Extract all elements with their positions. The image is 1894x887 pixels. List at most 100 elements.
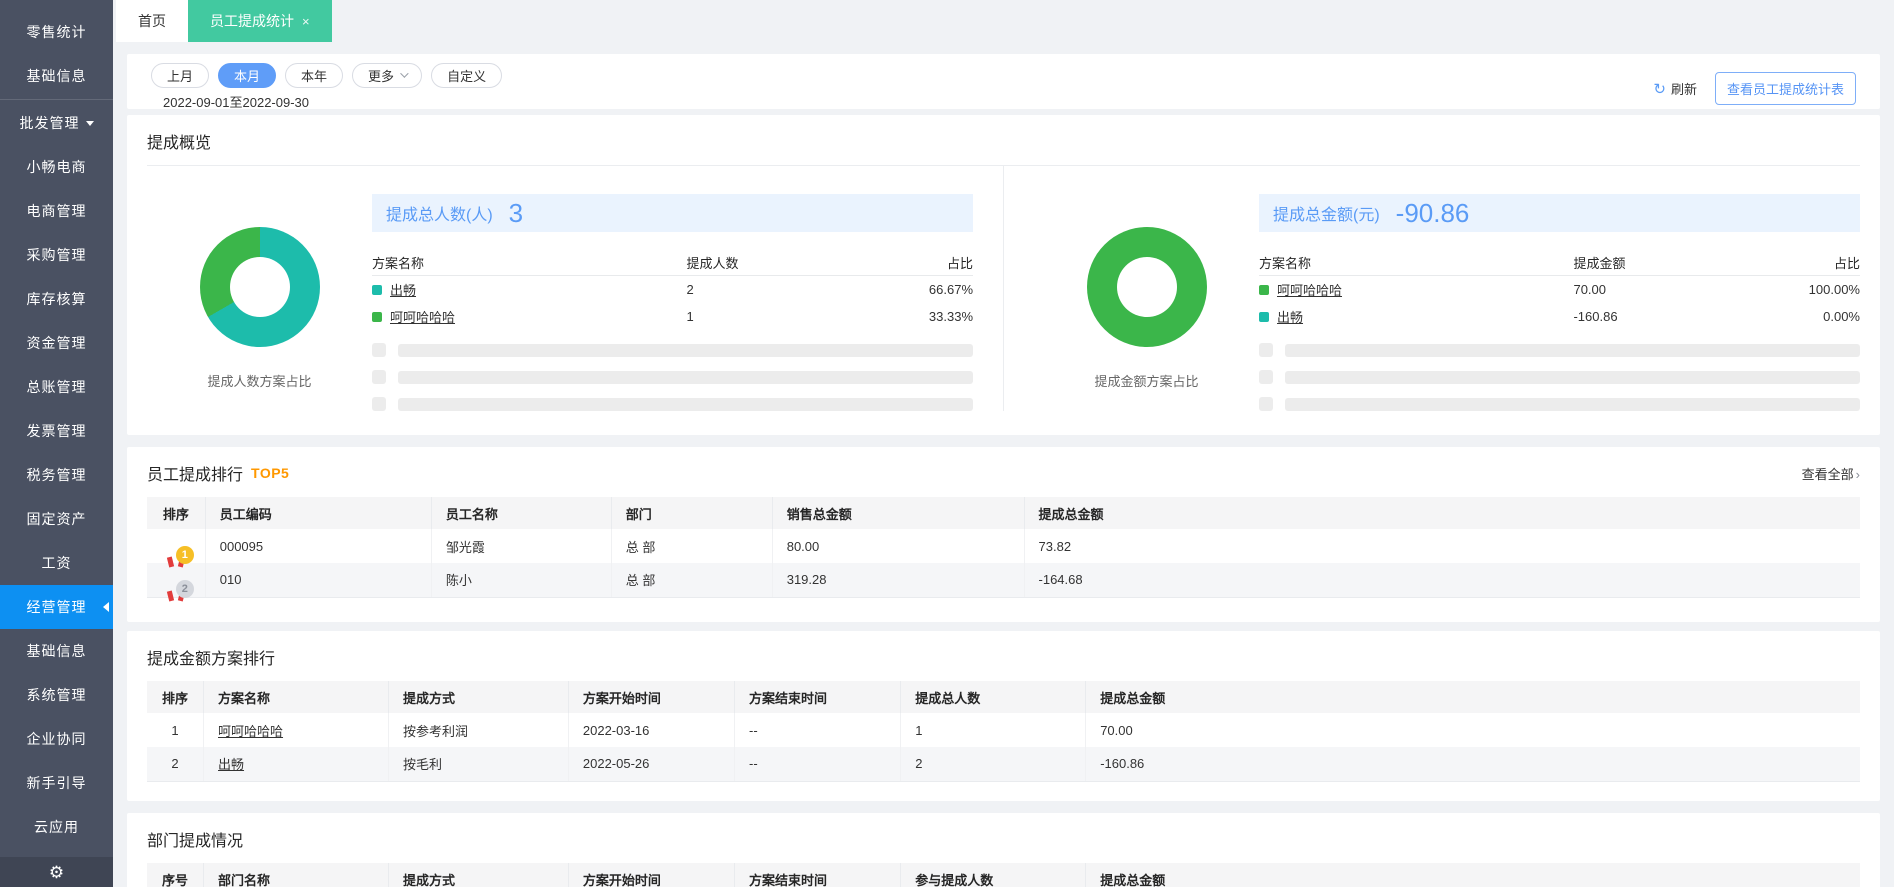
amount-stat-value: -90.86 — [1395, 197, 1470, 228]
sidebar-item-cloud-apps[interactable]: 云应用 — [0, 805, 113, 849]
sidebar-item-system[interactable]: 系统管理 — [0, 673, 113, 717]
percentage-value: 33.33% — [928, 309, 973, 324]
main-area: 首页 员工提成统计 × 上月 本月 本年 更多 自定义 2022-09-01至2… — [113, 0, 1894, 887]
sidebar-item-wholesale[interactable]: 批发管理 — [0, 101, 113, 145]
col-index: 序号 — [147, 863, 205, 887]
col-total-commission: 提成总金额 — [1024, 497, 1860, 529]
sidebar-item-label: 发票管理 — [26, 423, 87, 439]
refresh-button[interactable]: ↻ 刷新 — [1653, 79, 1697, 98]
scheme-link[interactable]: 出畅 — [390, 280, 416, 299]
gear-icon[interactable]: ⚙ — [49, 864, 64, 881]
col-total-commission: 提成总金额 — [1085, 863, 1860, 887]
sidebar-item-label: 零售统计 — [26, 24, 87, 40]
sidebar-item-fixed-assets[interactable]: 固定资产 — [0, 497, 113, 541]
view-all-link[interactable]: 查看全部 › — [1802, 464, 1860, 483]
pill-this-year[interactable]: 本年 — [285, 62, 344, 88]
tab-bar: 首页 员工提成统计 × — [113, 0, 1894, 42]
section-title-department: 部门提成情况 — [147, 833, 244, 850]
people-panel: 提成人数方案占比 提成总人数(人) 3 方案名称 提成人数 占比 出畅 2 66… — [147, 166, 1004, 411]
col-percentage: 占比 — [946, 256, 973, 271]
col-commission-method: 提成方式 — [388, 681, 569, 713]
total-people: 1 — [900, 713, 1087, 747]
col-total-sales: 销售总金额 — [772, 497, 1025, 529]
sidebar-item-label: 企业协同 — [26, 731, 87, 747]
scheme-link[interactable]: 呵呵哈哈哈 — [390, 307, 455, 326]
sidebar-item-label: 经营管理 — [26, 599, 87, 615]
scheme-link[interactable]: 呵呵哈哈哈 — [1277, 280, 1342, 299]
skeleton-row — [1259, 370, 1860, 384]
col-scheme-name: 方案名称 — [372, 256, 425, 271]
employee-code: 010 — [205, 563, 432, 598]
sidebar-item-xiaochang-ecommerce[interactable]: 小畅电商 — [0, 145, 113, 189]
section-title-overview: 提成概览 — [147, 135, 212, 152]
pill-last-month[interactable]: 上月 — [151, 62, 210, 88]
filter-bar: 上月 本月 本年 更多 自定义 2022-09-01至2022-09-30 ↻ … — [127, 54, 1880, 110]
legend-row: 呵呵哈哈哈 1 33.33% — [372, 303, 973, 330]
scheme-link[interactable]: 出畅 — [1277, 307, 1303, 326]
pill-more[interactable]: 更多 — [352, 62, 423, 88]
sidebar-item-tax[interactable]: 税务管理 — [0, 453, 113, 497]
close-icon[interactable]: × — [302, 14, 310, 29]
sidebar-item-business-management[interactable]: 经营管理 — [0, 585, 113, 629]
app-window: 零售统计 基础信息 批发管理 小畅电商 电商管理 采购管理 库存核算 资金管理 … — [0, 0, 1894, 887]
col-people-count: 提成人数 — [686, 256, 739, 271]
sidebar-item-inventory[interactable]: 库存核算 — [0, 277, 113, 321]
amount-stat-bar: 提成总金额(元) -90.86 — [1259, 194, 1860, 232]
sidebar-item-label: 系统管理 — [26, 687, 87, 703]
sidebar-item-retail-stats[interactable]: 零售统计 — [0, 10, 113, 54]
col-rank: 排序 — [147, 681, 205, 713]
skeleton-row — [372, 343, 973, 357]
sidebar-item-label: 工资 — [41, 555, 72, 571]
sidebar-item-ecommerce[interactable]: 电商管理 — [0, 189, 113, 233]
sidebar-item-funds[interactable]: 资金管理 — [0, 321, 113, 365]
sidebar-item-invoices[interactable]: 发票管理 — [0, 409, 113, 453]
sidebar-item-collaboration[interactable]: 企业协同 — [0, 717, 113, 761]
rank-number: 1 — [175, 546, 194, 564]
series-color-dot — [1259, 311, 1269, 322]
percentage-value: 66.67% — [928, 282, 973, 297]
pill-custom[interactable]: 自定义 — [431, 62, 503, 88]
sidebar-item-payroll[interactable]: 工资 — [0, 541, 113, 585]
sidebar-separator — [0, 99, 113, 100]
percentage-value: 0.00% — [1823, 309, 1860, 324]
amount-panel: 提成金额方案占比 提成总金额(元) -90.86 方案名称 提成金额 占比 呵呵… — [1004, 166, 1860, 411]
sidebar-item-label: 新手引导 — [26, 775, 87, 791]
scheme-ranking-table: 排序 方案名称 提成方式 方案开始时间 方案结束时间 提成总人数 提成总金额 1 — [147, 681, 1860, 782]
total-commission: -160.86 — [1085, 747, 1860, 782]
date-quick-pills: 上月 本月 本年 更多 自定义 — [151, 62, 503, 88]
people-stat-bar: 提成总人数(人) 3 — [372, 194, 973, 232]
pill-this-month[interactable]: 本月 — [218, 62, 277, 88]
employee-code: 000095 — [205, 529, 432, 563]
tab-label: 员工提成统计 — [210, 13, 294, 29]
tab-employee-commission-stats[interactable]: 员工提成统计 × — [188, 0, 332, 42]
col-percentage: 占比 — [1833, 256, 1860, 271]
sidebar-item-label: 总账管理 — [26, 379, 87, 395]
sidebar-item-beginner-guide[interactable]: 新手引导 — [0, 761, 113, 805]
employee-ranking-card: 员工提成排行 TOP5 查看全部 › 排序 员工编码 员工名称 部门 销售总金额 … — [127, 447, 1880, 622]
view-commission-table-button[interactable]: 查看员工提成统计表 — [1714, 72, 1856, 105]
people-count-value: 2 — [686, 282, 694, 297]
sidebar-item-ledger[interactable]: 总账管理 — [0, 365, 113, 409]
skeleton-row — [1259, 343, 1860, 357]
scheme-link[interactable]: 出畅 — [218, 757, 244, 772]
col-end-date: 方案结束时间 — [734, 863, 902, 887]
pill-more-label: 更多 — [368, 68, 395, 84]
end-date: -- — [734, 713, 902, 747]
total-commission: 73.82 — [1038, 538, 1072, 554]
sidebar-item-basic-info[interactable]: 基础信息 — [0, 54, 113, 98]
scheme-link[interactable]: 呵呵哈哈哈 — [218, 724, 283, 739]
sidebar-item-label: 基础信息 — [26, 68, 87, 84]
sidebar-item-basic-info-2[interactable]: 基础信息 — [0, 629, 113, 673]
active-indicator-icon — [103, 602, 109, 612]
total-commission: -164.68 — [1024, 563, 1860, 598]
series-color-dot — [1259, 284, 1269, 295]
sidebar-item-purchasing[interactable]: 采购管理 — [0, 233, 113, 277]
tab-home[interactable]: 首页 — [116, 0, 188, 42]
col-total-people: 提成总人数 — [900, 681, 1087, 713]
amount-value: -160.86 — [1573, 309, 1618, 324]
amount-value: 70.00 — [1573, 282, 1607, 297]
sidebar-item-label: 采购管理 — [26, 247, 87, 263]
amount-donut-chart — [1086, 227, 1207, 347]
people-legend-header: 方案名称 提成人数 占比 — [372, 250, 973, 276]
department-commission-card: 部门提成情况 序号 部门名称 提成方式 方案开始时间 方案结束时间 参与提成人数… — [127, 813, 1880, 887]
